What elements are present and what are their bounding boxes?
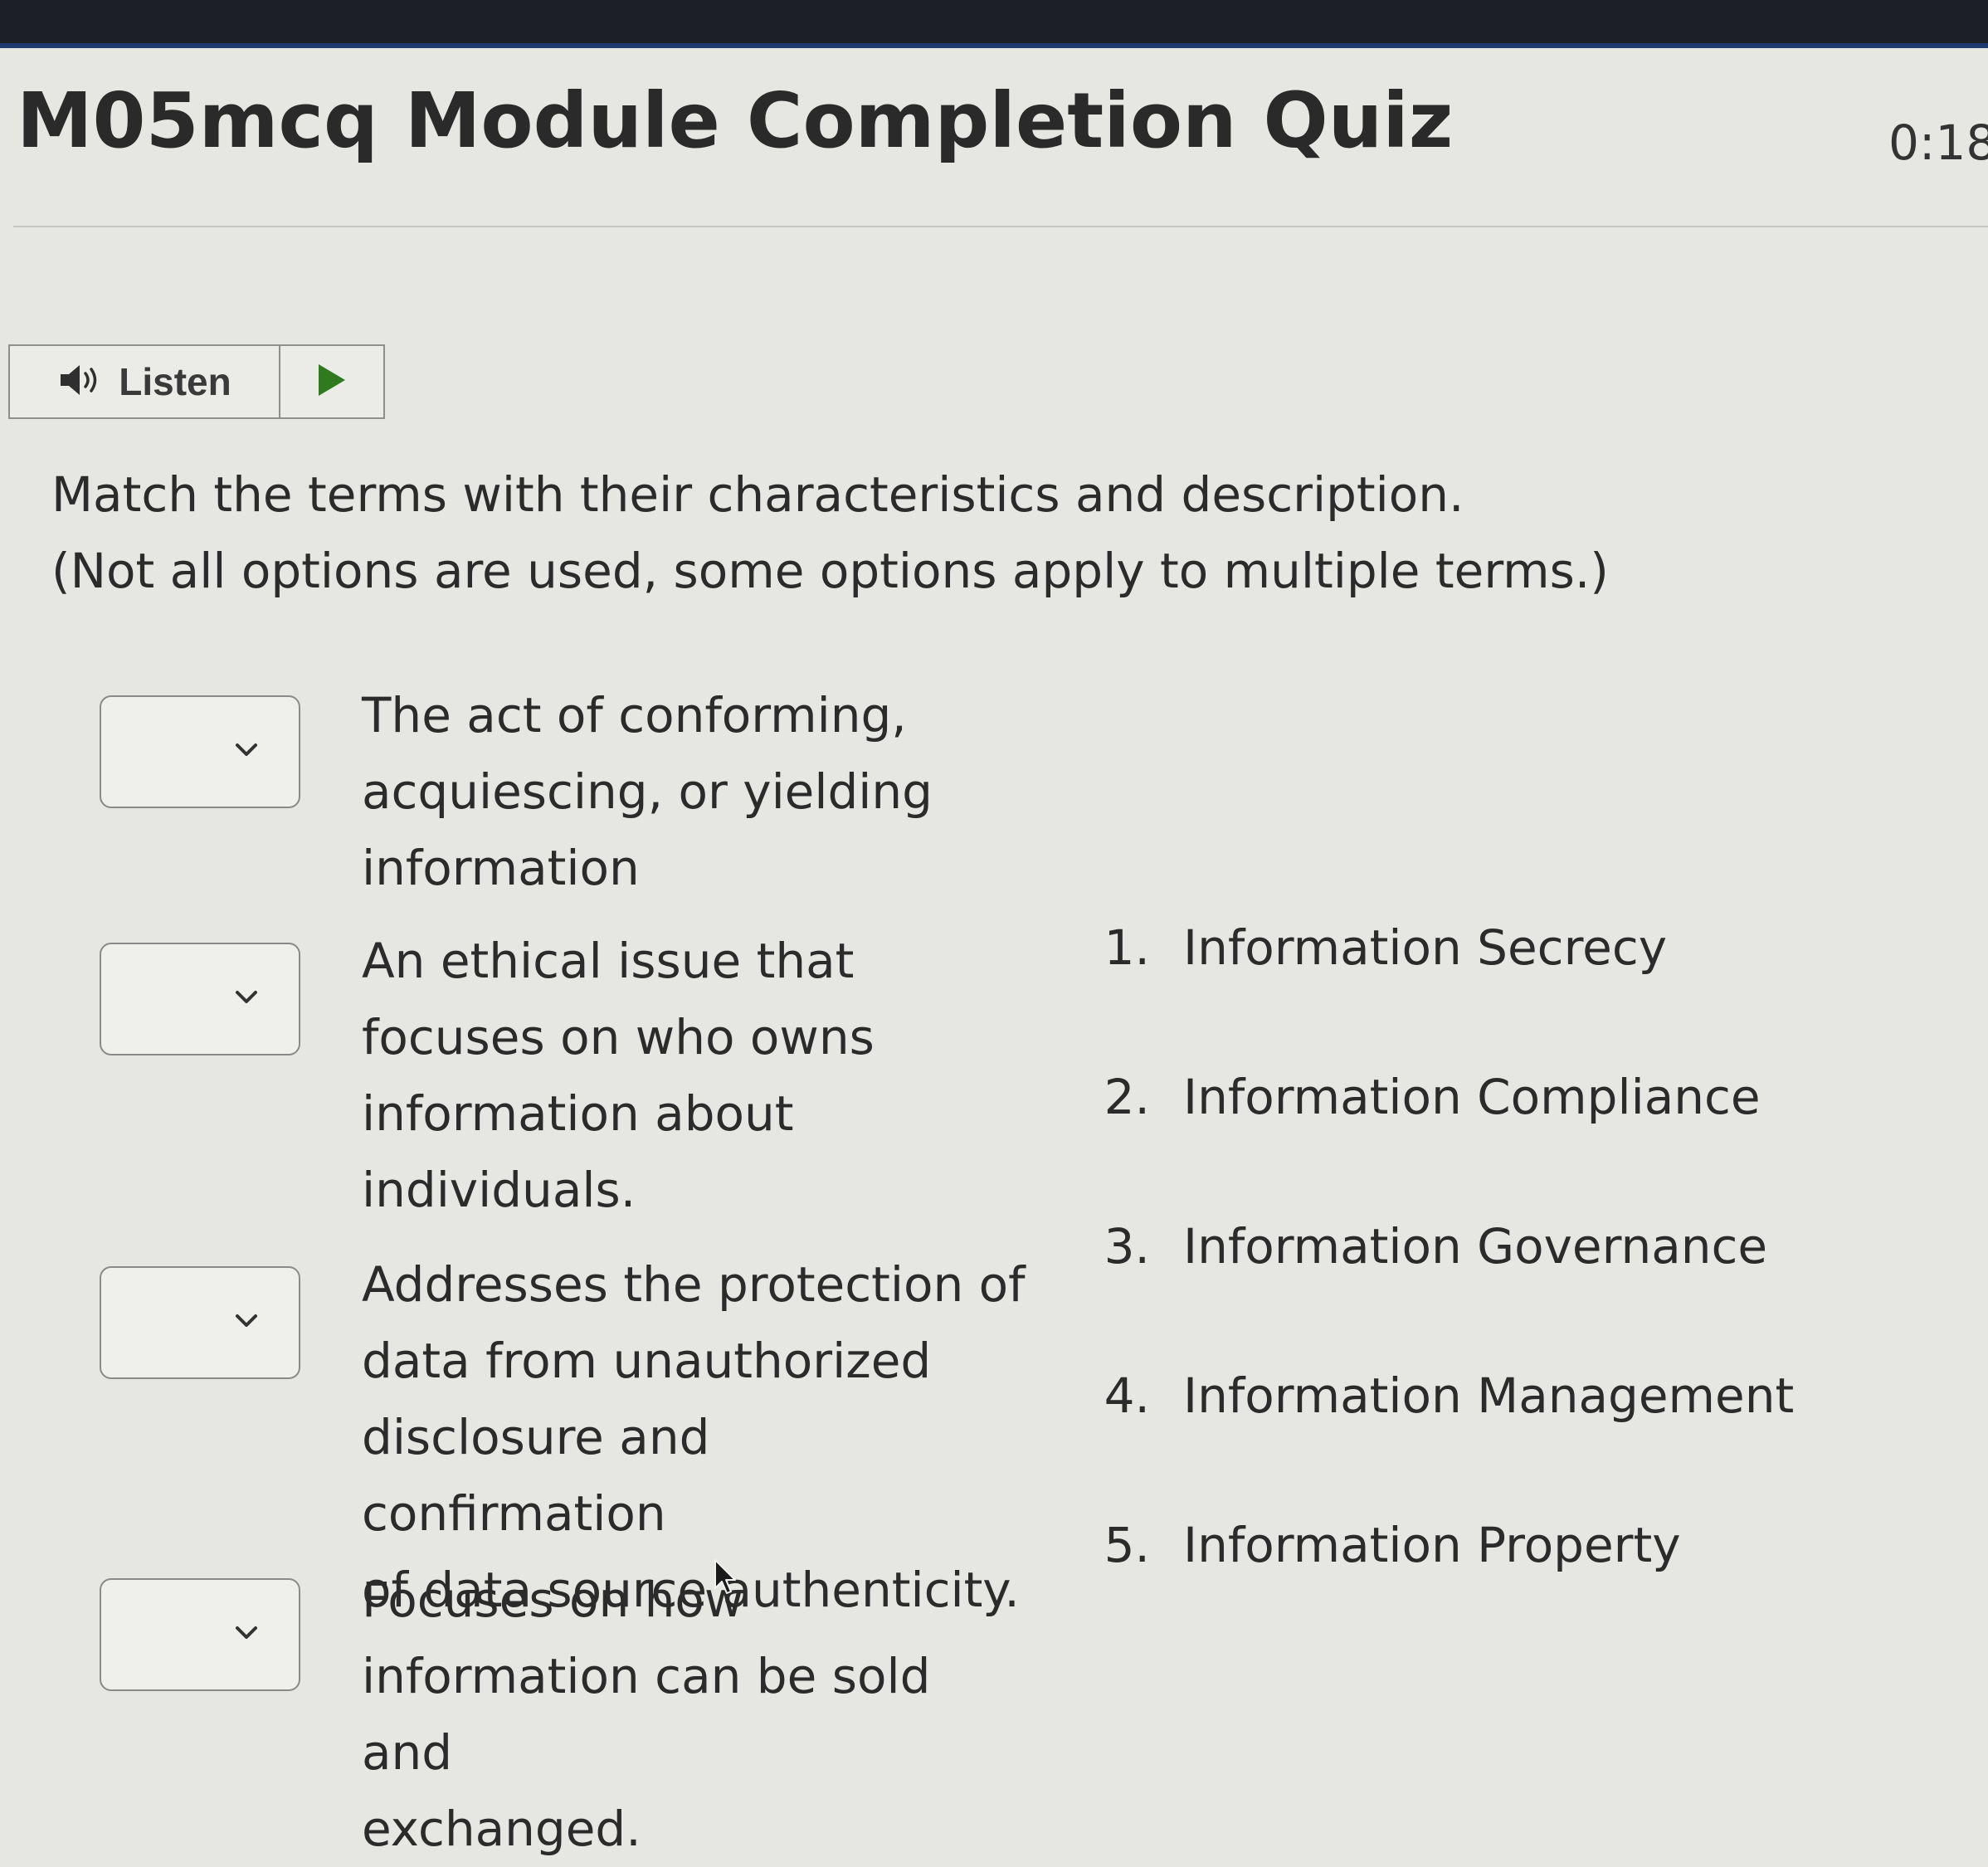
description-line: focuses on who owns bbox=[362, 1009, 875, 1065]
match-dropdown-1[interactable] bbox=[100, 695, 300, 808]
description-line: exchanged. bbox=[362, 1801, 641, 1857]
instruction-line: (Not all options are used, some options … bbox=[51, 543, 1609, 599]
chevron-down-icon bbox=[234, 989, 259, 1009]
option-number: 5. bbox=[1104, 1517, 1150, 1573]
description-line: The act of conforming, bbox=[362, 687, 907, 743]
options-list: 1. Information Secrecy 2. Information Co… bbox=[1087, 919, 1795, 1666]
header-divider bbox=[13, 226, 1988, 227]
page-title: M05mcq Module Completion Quiz bbox=[17, 76, 1454, 165]
play-icon bbox=[315, 363, 348, 401]
description-line: acquiescing, or yielding bbox=[362, 763, 933, 820]
description-line: An ethical issue that bbox=[362, 933, 855, 989]
match-dropdown-2[interactable] bbox=[100, 943, 300, 1055]
description-line: information can be sold and bbox=[362, 1648, 931, 1781]
instruction-line: Match the terms with their characteristi… bbox=[51, 466, 1464, 523]
match-description-2: An ethical issue that focuses on who own… bbox=[362, 923, 1026, 1228]
option-label: Information Property bbox=[1183, 1517, 1681, 1573]
description-line: individuals. bbox=[362, 1162, 636, 1218]
speaker-icon bbox=[57, 362, 104, 402]
listen-widget: Listen bbox=[8, 344, 385, 419]
description-line: Addresses the protection of bbox=[362, 1256, 1026, 1313]
match-dropdown-4[interactable] bbox=[100, 1578, 300, 1691]
listen-label: Listen bbox=[119, 360, 231, 403]
chevron-down-icon bbox=[234, 1313, 259, 1333]
match-description-4: Focuses on how information can be sold a… bbox=[362, 1562, 1026, 1867]
option-item-3: 3. Information Governance bbox=[1087, 1218, 1794, 1367]
play-button[interactable] bbox=[280, 346, 383, 417]
description-line: disclosure and confirmation bbox=[362, 1409, 710, 1542]
description-line: information bbox=[362, 840, 640, 896]
description-line: information about bbox=[362, 1085, 794, 1142]
option-label: Information Management bbox=[1183, 1367, 1795, 1424]
description-line: Focuses on how bbox=[362, 1572, 744, 1628]
quiz-timer: 0:18 bbox=[1888, 115, 1988, 171]
option-label: Information Secrecy bbox=[1183, 919, 1668, 976]
option-number: 4. bbox=[1104, 1367, 1150, 1424]
question-instructions: Match the terms with their characteristi… bbox=[51, 456, 1711, 609]
option-item-5: 5. Information Property bbox=[1087, 1517, 1794, 1666]
match-description-1: The act of conforming, acquiescing, or y… bbox=[362, 677, 1026, 906]
option-label: Information Governance bbox=[1183, 1218, 1768, 1275]
listen-button[interactable]: Listen bbox=[10, 346, 280, 417]
option-item-1: 1. Information Secrecy bbox=[1087, 919, 1794, 1069]
chevron-down-icon bbox=[234, 742, 259, 762]
mouse-cursor-icon bbox=[714, 1558, 738, 1600]
browser-top-bar bbox=[0, 0, 1988, 48]
option-label: Information Compliance bbox=[1183, 1069, 1761, 1125]
chevron-down-icon bbox=[234, 1625, 259, 1645]
match-dropdown-3[interactable] bbox=[100, 1266, 300, 1379]
option-number: 1. bbox=[1104, 919, 1150, 976]
option-number: 2. bbox=[1104, 1069, 1150, 1125]
description-line: data from unauthorized bbox=[362, 1333, 932, 1389]
option-item-2: 2. Information Compliance bbox=[1087, 1069, 1794, 1218]
option-number: 3. bbox=[1104, 1218, 1150, 1275]
option-item-4: 4. Information Management bbox=[1087, 1367, 1795, 1517]
